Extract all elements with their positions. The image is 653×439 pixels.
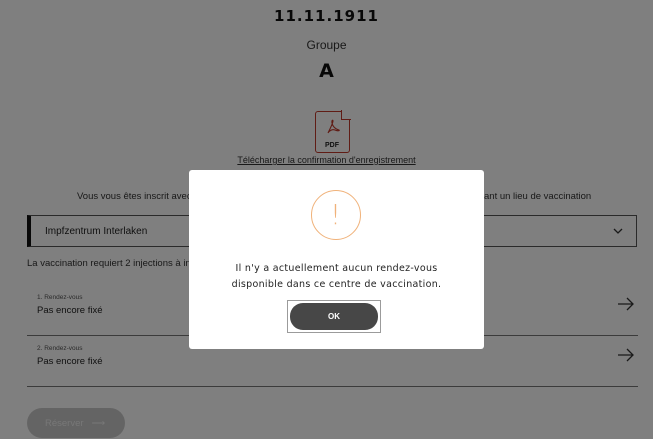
warning-symbol: ! (329, 198, 342, 231)
ok-button-focus-ring: OK (287, 300, 381, 333)
dialog-message-line-1: Il n'y a actuellement aucun rendez-vous (235, 263, 438, 274)
ok-button[interactable]: OK (290, 303, 378, 330)
dialog-message: Il n'y a actuellement aucun rendez-vous … (201, 261, 472, 293)
dialog-message-line-2: disponible dans ce centre de vaccination… (231, 279, 442, 290)
warning-icon: ! (311, 190, 361, 240)
no-appointments-dialog: ! Il n'y a actuellement aucun rendez-vou… (189, 170, 484, 349)
